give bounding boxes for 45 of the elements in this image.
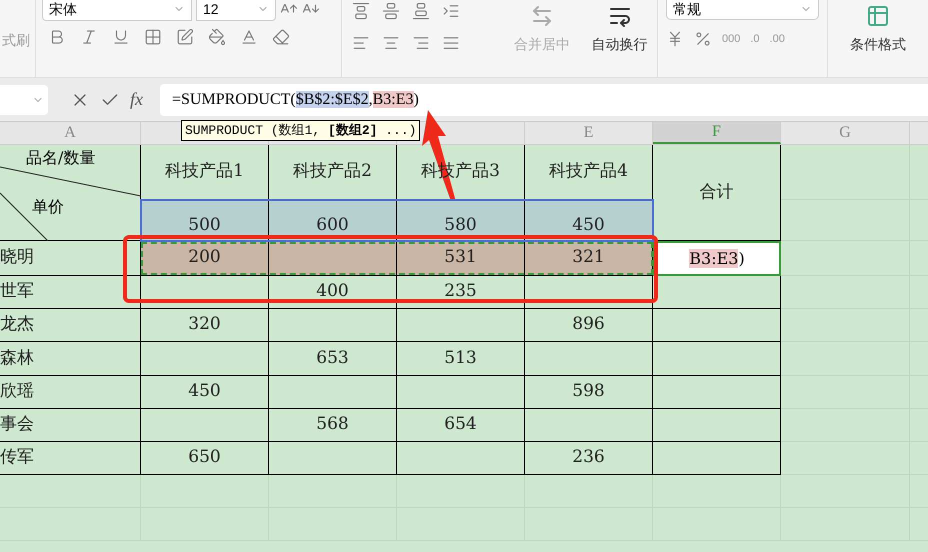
- format-painter-label[interactable]: 式刷: [2, 30, 30, 51]
- column-header[interactable]: G: [781, 122, 910, 144]
- name-cell: 晓明: [0, 241, 141, 276]
- thousands-button[interactable]: 000: [722, 30, 740, 48]
- conditional-format-button[interactable]: 条件格式: [828, 0, 928, 77]
- table-cell: 513: [397, 342, 525, 376]
- name-cell: 龙杰: [0, 309, 141, 342]
- table-cell: 568: [269, 409, 397, 442]
- name-cell: 世军: [0, 276, 141, 309]
- decimal-button[interactable]: .0: [750, 30, 760, 48]
- table-cell: 650: [141, 442, 269, 475]
- formula-text: B3:E3): [689, 248, 745, 270]
- decimal-button[interactable]: .00: [770, 30, 785, 48]
- wrap-text-button[interactable]: 自动换行: [582, 0, 658, 77]
- formula-field[interactable]: =SUMPRODUCT($B$2:$E$2,B3:E3): [160, 84, 928, 116]
- insert-function-button[interactable]: fx: [130, 86, 143, 113]
- table-cell: 531: [397, 241, 525, 276]
- table-cell: 896: [525, 309, 653, 342]
- table-cell: 653: [269, 342, 397, 376]
- table-cell: 236: [525, 442, 653, 475]
- column-title: 科技产品1: [141, 145, 269, 200]
- formula-text: =SUMPRODUCT($B$2:$E$2,B3:E3): [172, 90, 419, 110]
- active-cell[interactable]: B3:E3): [653, 241, 781, 276]
- header-label: 品名/数量: [26, 147, 96, 169]
- table-cell: 320: [141, 309, 269, 342]
- column-title: 科技产品4: [525, 145, 653, 200]
- column-header[interactable]: F: [653, 122, 781, 144]
- table-cell: 321: [525, 241, 653, 276]
- font-size-dropdown[interactable]: 12: [196, 0, 276, 21]
- table-cell: 235: [397, 276, 525, 309]
- column-title: 科技产品2: [269, 145, 397, 200]
- table-cell: 598: [525, 376, 653, 409]
- name-cell: 森林: [0, 342, 141, 376]
- name-cell: 传军: [0, 442, 141, 475]
- number-format-dropdown[interactable]: 常规: [666, 0, 819, 20]
- table-cell: 654: [397, 409, 525, 442]
- table-cell: 450: [141, 376, 269, 409]
- tooltip-text: SUMPRODUCT (数组1, [数组2] ...): [185, 122, 416, 140]
- name-cell: 欣瑶: [0, 376, 141, 409]
- column-header[interactable]: A: [0, 122, 141, 144]
- table-cell: 400: [269, 276, 397, 309]
- font-name-dropdown[interactable]: 宋体: [42, 0, 192, 21]
- header-label: 单价: [32, 196, 64, 218]
- table-cell: 200: [141, 241, 269, 276]
- name-cell: 事会: [0, 409, 141, 442]
